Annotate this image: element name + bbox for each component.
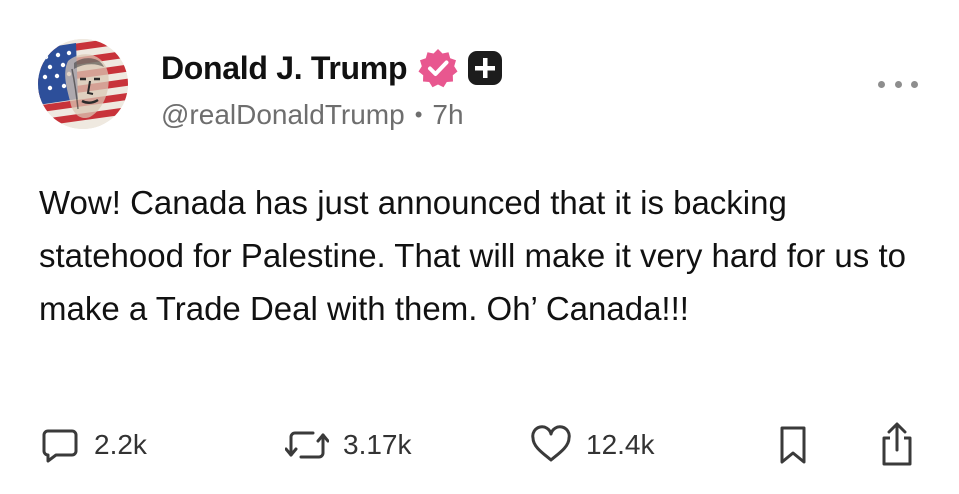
reply-button[interactable]: 2.2k <box>40 420 147 470</box>
author-handle[interactable]: @realDonaldTrump <box>161 99 405 131</box>
more-dots-icon <box>878 80 885 88</box>
verified-badge-icon <box>417 47 459 89</box>
post-body-text: Wow! Canada has just announced that it i… <box>39 184 916 327</box>
separator-dot: • <box>414 102 423 127</box>
more-options-button[interactable] <box>878 70 918 98</box>
post-card: Donald J. Trump @realDonaldTrump • 7h Wo… <box>0 0 959 494</box>
more-dots-icon <box>894 80 902 88</box>
post-action-bar: 2.2k 3.17k 12.4k <box>0 420 959 470</box>
avatar[interactable] <box>38 39 128 129</box>
share-icon <box>882 422 912 466</box>
avatar-image <box>38 39 128 129</box>
reply-count: 2.2k <box>94 429 147 460</box>
repost-arrows-icon <box>285 431 329 459</box>
speech-bubble-icon <box>42 429 78 463</box>
author-display-name[interactable]: Donald J. Trump <box>161 50 408 87</box>
bookmark-button[interactable] <box>778 420 808 470</box>
post-timestamp[interactable]: 7h <box>432 99 463 131</box>
like-button[interactable]: 12.4k <box>530 420 655 470</box>
bookmark-icon <box>780 426 806 464</box>
plus-badge-icon <box>467 50 503 86</box>
more-dots-icon <box>911 80 918 88</box>
share-button[interactable] <box>878 420 916 470</box>
repost-count: 3.17k <box>343 429 412 460</box>
repost-button[interactable]: 3.17k <box>285 420 412 470</box>
heart-icon <box>531 425 571 462</box>
author-handle-row: @realDonaldTrump • 7h <box>161 96 464 134</box>
author-name-row: Donald J. Trump <box>161 44 503 92</box>
like-count: 12.4k <box>586 429 655 460</box>
